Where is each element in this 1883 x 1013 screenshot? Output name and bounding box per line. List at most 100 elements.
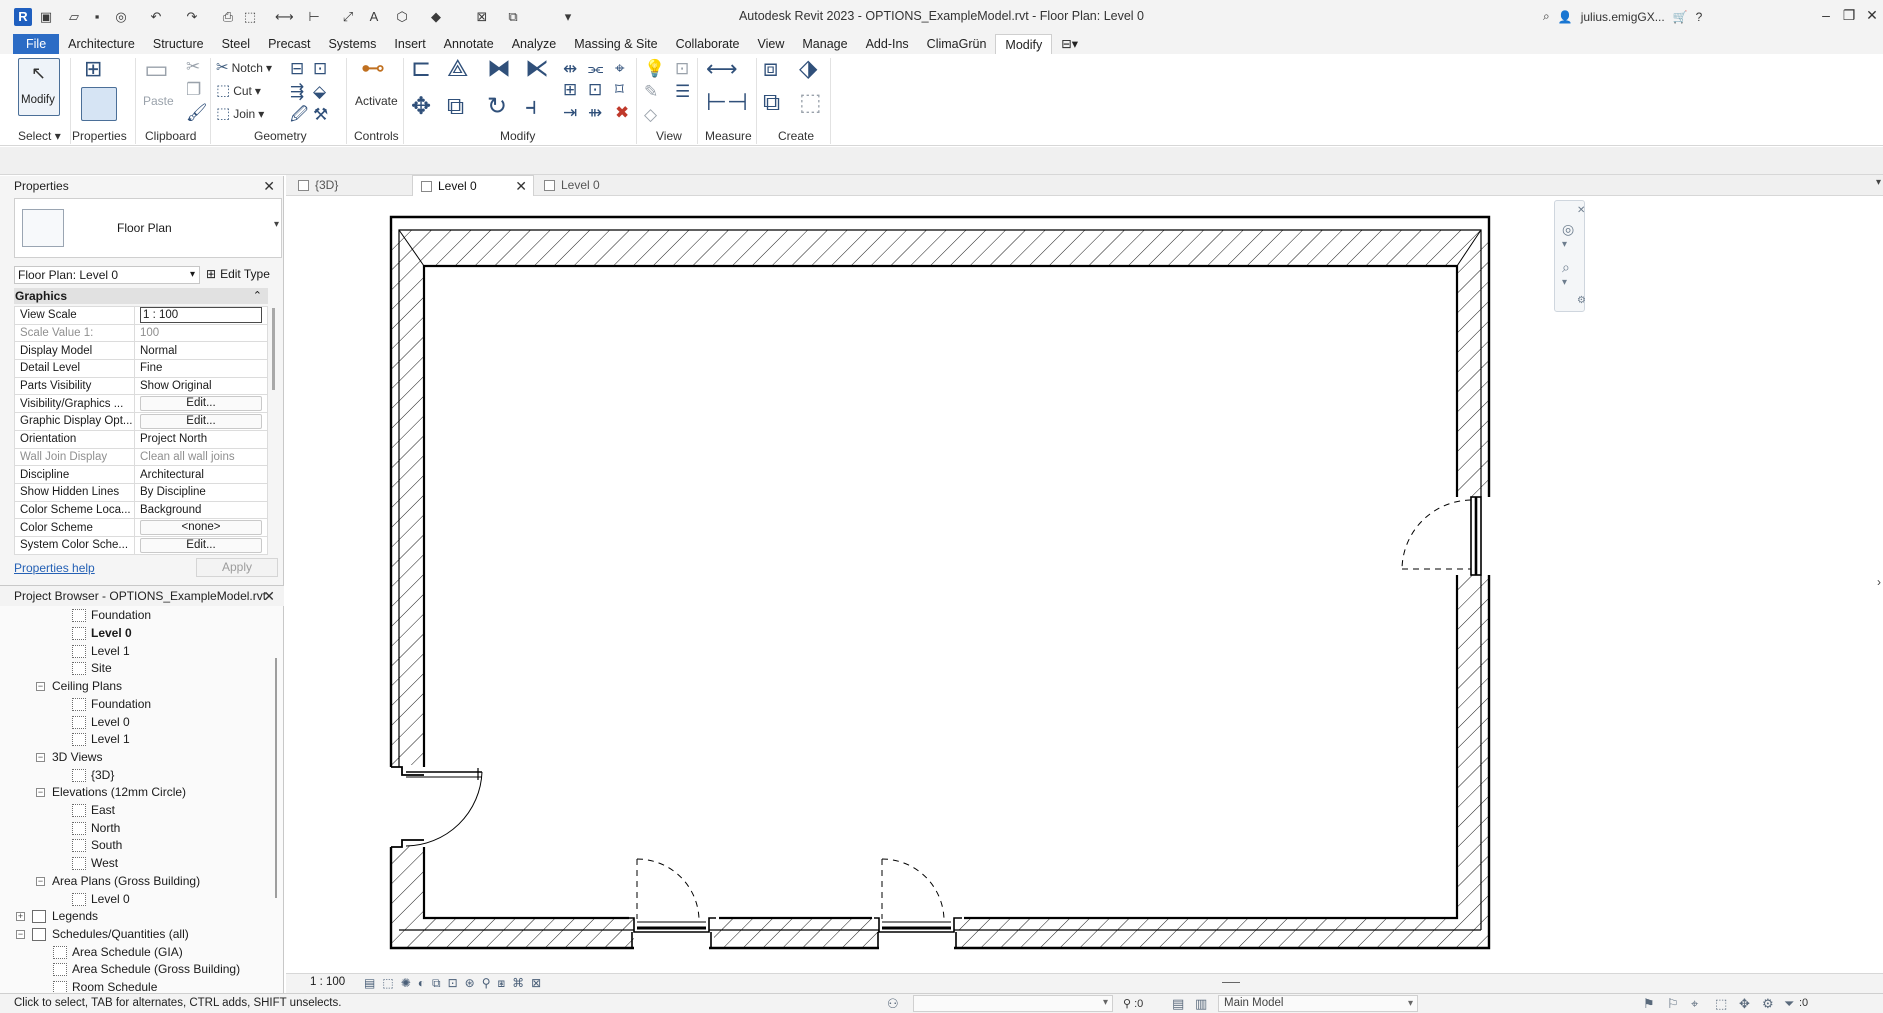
tree-item-south[interactable]: South	[72, 837, 122, 854]
tree-item-ceiling-level-0[interactable]: Level 0	[72, 714, 130, 731]
tab-systems[interactable]: Systems	[319, 34, 385, 54]
tab-architecture[interactable]: Architecture	[59, 34, 144, 54]
measure-icon[interactable]: ⟷	[275, 9, 294, 24]
rotate-icon[interactable]: ↻	[487, 95, 507, 119]
analytical-icon[interactable]: ⌘	[512, 976, 524, 991]
cut-clip-icon[interactable]: ✂	[186, 58, 200, 76]
instance-selector[interactable]: Floor Plan: Level 0 ▾	[14, 266, 200, 284]
home-icon[interactable]: ▣	[38, 9, 54, 24]
help-icon[interactable]: ?	[1696, 10, 1703, 24]
tab-annotate[interactable]: Annotate	[435, 34, 503, 54]
select-underlay-icon[interactable]: ⚐	[1667, 996, 1679, 1012]
filter-eraser-icon[interactable]: ◇	[644, 106, 657, 124]
tab-view[interactable]: View	[749, 34, 794, 54]
panel-grip-icon[interactable]: ›	[1877, 575, 1881, 589]
tab-massing-site[interactable]: Massing & Site	[565, 34, 666, 54]
tree-item-north[interactable]: North	[72, 820, 120, 837]
collapse-icon[interactable]: ⌃	[253, 288, 262, 304]
crop-view-icon[interactable]: ⧉	[432, 976, 441, 991]
3d-view-icon[interactable]: ⬡	[394, 9, 410, 24]
move-icon[interactable]: ✥	[411, 95, 431, 119]
measure-distance-icon[interactable]: ⟷	[706, 58, 738, 80]
edit-type-button[interactable]: ⊞ Edit Type	[206, 264, 270, 284]
tree-group-legends[interactable]: + Legends	[16, 908, 98, 925]
activate-dimension-icon[interactable]: ⊷	[361, 57, 385, 81]
zoom-icon[interactable]: ⌕	[1562, 259, 1570, 276]
activate-button[interactable]: Activate	[355, 94, 398, 108]
paste-icon[interactable]: ▭	[144, 56, 169, 82]
section-icon[interactable]: ◆	[428, 9, 444, 24]
reveal-hidden-icon[interactable]: ⚲	[482, 976, 491, 991]
tree-item-3d[interactable]: {3D}	[72, 767, 114, 784]
tree-item-west[interactable]: West	[72, 855, 118, 872]
drag-elements-icon[interactable]: ✥	[1739, 996, 1750, 1012]
hide-bulb-icon[interactable]: 💡	[644, 60, 665, 78]
copy-element-icon[interactable]: ⧉	[447, 95, 464, 119]
floor-plan-drawing[interactable]	[286, 197, 1883, 973]
worksets-icon[interactable]: ⚇	[887, 996, 899, 1012]
cut-button[interactable]: ⬚ Cut ▾	[216, 83, 261, 99]
background-process-icon[interactable]: ⚙	[1762, 996, 1774, 1012]
tree-item-room-schedule[interactable]: Room Schedule	[53, 979, 157, 992]
sync-icon[interactable]: ◎	[113, 9, 129, 24]
trim-extend-icon[interactable]: ⫞	[525, 95, 537, 119]
notch-button[interactable]: ✂ Notch ▾	[216, 60, 272, 76]
create-parts-icon[interactable]: ⬗	[799, 57, 817, 81]
close-icon[interactable]: ✕	[515, 176, 527, 197]
tab-3d-view[interactable]: {3D}	[292, 175, 412, 196]
binoculars-icon[interactable]: ⌕	[1543, 9, 1550, 24]
tab-modify[interactable]: Modify	[995, 34, 1053, 54]
steering-wheel-icon[interactable]: ◎	[1562, 221, 1574, 238]
design-options-icon[interactable]: ▤	[1172, 996, 1184, 1012]
close-icon[interactable]: ✕	[263, 176, 275, 196]
tree-item-area-schedule-gia[interactable]: Area Schedule (GIA)	[53, 944, 183, 961]
workset-select[interactable]: ▾	[913, 995, 1113, 1012]
aligned-dimension-icon[interactable]: ⊢⊣	[706, 91, 748, 115]
tag-icon[interactable]: ⤢	[340, 9, 356, 24]
settings-icon[interactable]: ⚙	[1577, 295, 1586, 306]
chevron-down-icon[interactable]: ▾	[1562, 239, 1567, 250]
tree-group-area-plans[interactable]: − Area Plans (Gross Building)	[36, 873, 200, 890]
tree-item-site[interactable]: Site	[72, 660, 112, 677]
export-icon[interactable]: ⬚	[242, 9, 258, 24]
tab-level-0-active[interactable]: Level 0 ✕	[412, 175, 534, 196]
modify-button[interactable]: ↖ Modify	[18, 58, 60, 119]
select-pinned-icon[interactable]: ⌖	[1691, 996, 1698, 1012]
properties-help-link[interactable]: Properties help	[14, 561, 95, 575]
pin-icon[interactable]: ⌖	[615, 60, 625, 78]
properties-scrollbar[interactable]	[272, 308, 275, 390]
unpin-icon[interactable]: ⌑	[615, 81, 624, 99]
tree-item-ceiling-level-1[interactable]: Level 1	[72, 731, 130, 748]
browser-scrollbar[interactable]	[275, 658, 277, 898]
copy-icon[interactable]: ❐	[186, 81, 201, 99]
constraints-icon[interactable]: ⊠	[531, 976, 541, 991]
scale-icon[interactable]: ⊡	[588, 81, 602, 99]
tree-group-elevations[interactable]: − Elevations (12mm Circle)	[36, 784, 186, 801]
tab-steel[interactable]: Steel	[213, 34, 260, 54]
panel-select[interactable]: Select ▾	[18, 129, 61, 143]
design-options-active-icon[interactable]: ▥	[1195, 996, 1207, 1012]
chevron-down-icon[interactable]: ▾	[274, 219, 279, 230]
visual-style-icon[interactable]: ⬚	[382, 976, 393, 991]
tab-collaborate[interactable]: Collaborate	[667, 34, 749, 54]
text-a-icon[interactable]: A	[366, 9, 382, 24]
close-inactive-icon[interactable]: ⊠	[474, 9, 490, 24]
join-button[interactable]: ⬚ Join ▾	[216, 106, 264, 122]
shadows-icon[interactable]: ◐	[418, 976, 425, 991]
section-graphics[interactable]: Graphics ⌃	[14, 288, 268, 304]
tree-group-ceiling-plans[interactable]: − Ceiling Plans	[36, 678, 122, 695]
split-face-icon[interactable]: ⊡	[313, 60, 327, 78]
tree-item-area-level-0[interactable]: Level 0	[72, 891, 130, 908]
minimize-icon[interactable]: –	[1815, 7, 1837, 23]
tab-file[interactable]: File	[13, 34, 60, 54]
override-graphics-icon[interactable]: ⊡	[675, 60, 689, 78]
create-assembly-icon[interactable]: ⧈	[763, 57, 778, 81]
worksharing-icon[interactable]: ⧆	[498, 976, 506, 991]
mirror-draw-axis-icon[interactable]: ⧔	[525, 57, 549, 81]
tree-item-east[interactable]: East	[72, 802, 115, 819]
create-group-icon[interactable]: ⧉	[763, 91, 780, 115]
model-select[interactable]: Main Model ▾	[1218, 995, 1418, 1012]
properties-button[interactable]	[80, 87, 118, 124]
delete-icon[interactable]: ✖	[615, 104, 629, 122]
tab-analyze[interactable]: Analyze	[503, 34, 565, 54]
